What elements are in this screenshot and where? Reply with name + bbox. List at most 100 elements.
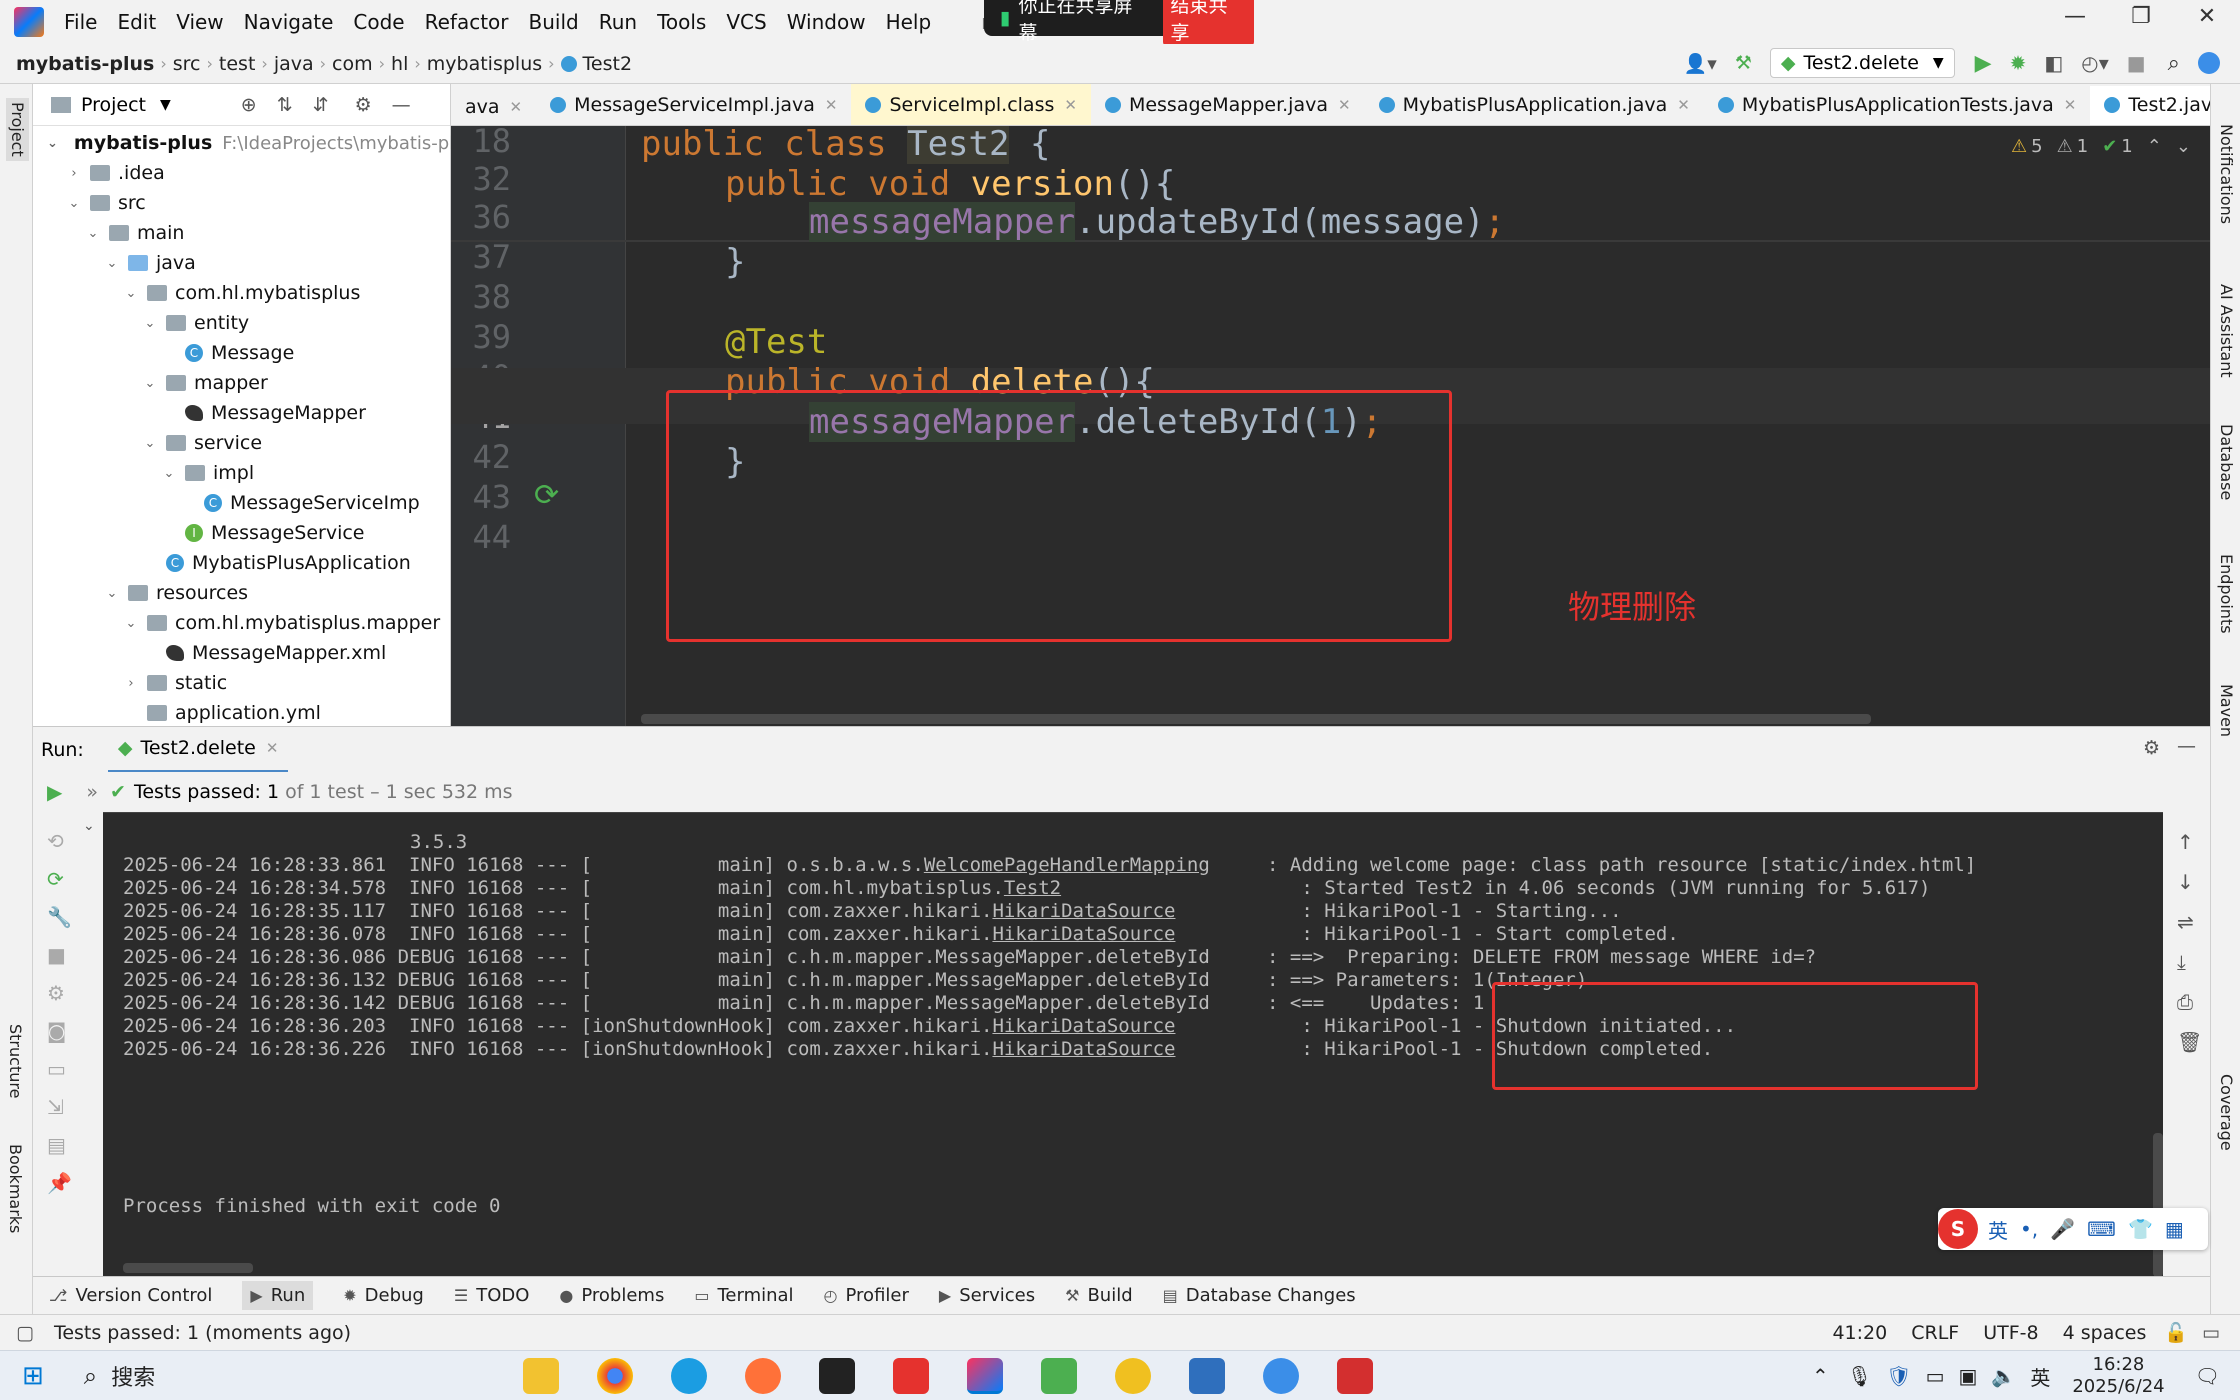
breadcrumb-item[interactable]: mybatisplus [427, 53, 542, 75]
breadcrumb-item[interactable]: com [332, 53, 373, 75]
chevron-down-icon[interactable]: ⌄ [104, 256, 120, 271]
gear-icon[interactable]: ⚙ [355, 94, 372, 116]
wps-icon[interactable] [892, 1357, 929, 1394]
edge-icon[interactable] [670, 1357, 707, 1394]
taskbar-search[interactable]: ⌕ 搜索 [84, 1351, 504, 1400]
menu-window[interactable]: Window [787, 10, 866, 34]
chevron-down-icon[interactable]: ⌄ [2176, 136, 2191, 157]
menu-navigate[interactable]: Navigate [244, 10, 334, 34]
firefox-icon[interactable] [744, 1357, 781, 1394]
pin-icon[interactable]: 📌 [47, 1164, 72, 1202]
console-horizontal-scrollbar[interactable] [123, 1263, 253, 1273]
run-configuration-select[interactable]: ◆ Test2.delete ▼ [1769, 48, 1955, 78]
tool-tab-database-changes[interactable]: ▤ Database Changes [1163, 1285, 1356, 1306]
recorder-icon[interactable] [1336, 1357, 1373, 1394]
layout-icon[interactable]: ▤ [47, 1126, 72, 1164]
tree-item[interactable]: I MessageService [33, 518, 450, 548]
print-icon[interactable]: ⎙ [2177, 982, 2202, 1022]
skin-icon[interactable]: 👕 [2128, 1217, 2153, 1241]
tree-item[interactable]: ⌄ mybatis-plus F:\IdeaProjects\mybatis-pl [33, 128, 454, 158]
trash-icon[interactable]: 🗑 [2177, 1022, 2202, 1062]
close-icon[interactable]: ✕ [1338, 96, 1351, 114]
menu-view[interactable]: View [176, 10, 223, 34]
tray-expand-icon[interactable]: ⌃ [1812, 1364, 1829, 1388]
notification-center-icon[interactable]: 🗨 [2195, 1364, 2220, 1388]
coverage-tool-button[interactable]: Coverage [2217, 1074, 2236, 1151]
tree-item[interactable]: › static [33, 668, 450, 698]
project-panel-title[interactable]: Project [81, 94, 146, 116]
battery-tray-icon[interactable]: ▭ [1926, 1364, 1945, 1388]
microphone-icon[interactable]: 🎤 [2050, 1217, 2075, 1241]
keyboard-icon[interactable]: ⌨ [2087, 1217, 2116, 1241]
tree-item[interactable]: MessageMapper [33, 398, 450, 428]
collapse-all-icon[interactable]: ⇵ [313, 94, 329, 116]
editor-tab[interactable]: MybatisPlusApplicationTests.java ✕ [1704, 84, 2091, 125]
tree-item[interactable]: ⌄ impl [33, 458, 450, 488]
rerun-failed-icon[interactable]: ⟳ [47, 860, 72, 898]
stop-share-button[interactable]: 结束共享 [1162, 0, 1254, 46]
user-icon[interactable]: 👤▾ [1684, 52, 1717, 75]
log-logger-link[interactable]: HikariDataSource [992, 923, 1175, 945]
close-icon[interactable]: ✕ [1064, 96, 1077, 114]
chevron-down-icon[interactable]: ⌄ [142, 316, 158, 331]
run-icon[interactable]: ▶ [1975, 51, 1992, 76]
log-logger-link[interactable]: WelcomePageHandlerMapping [924, 854, 1210, 876]
tree-item[interactable]: ⌄ service [33, 428, 450, 458]
lock-icon[interactable]: 🔓 [2164, 1321, 2188, 1344]
rerun-icon[interactable]: ▶ [47, 780, 62, 804]
restore-layout-icon[interactable]: ▭ [47, 1050, 72, 1088]
indent-setting[interactable]: 4 spaces [2063, 1322, 2147, 1344]
editor-tab[interactable]: MessageServiceImpl.java ✕ [536, 84, 851, 125]
ime-lang-toggle[interactable]: 英 [1988, 1215, 2008, 1244]
stop-icon[interactable]: ■ [2127, 51, 2146, 75]
build-hammer-icon[interactable]: ⚒ [1735, 52, 1752, 74]
endpoints-tool-button[interactable]: Endpoints [2217, 554, 2236, 634]
close-icon[interactable]: ✕ [2064, 96, 2077, 114]
exit-icon[interactable]: ⇲ [47, 1088, 72, 1126]
breadcrumb-item[interactable]: mybatis-plus [16, 53, 154, 75]
tool-tab-problems[interactable]: ● Problems [559, 1285, 664, 1306]
debug-icon[interactable]: ✹ [2010, 51, 2027, 75]
chevron-down-icon[interactable]: ⌄ [142, 436, 158, 451]
layout-toggle-icon[interactable]: ▢ [16, 1322, 34, 1344]
tree-item[interactable]: ⌄ main [33, 218, 450, 248]
tool-tab-todo[interactable]: ☰ TODO [454, 1285, 530, 1306]
chevron-down-icon[interactable]: ⌄ [123, 616, 139, 631]
log-logger-link[interactable]: HikariDataSource [992, 900, 1175, 922]
arrow-down-icon[interactable]: ↓ [2177, 862, 2202, 902]
breadcrumb-item[interactable]: test [219, 53, 256, 75]
horizontal-scrollbar[interactable] [641, 714, 1871, 724]
project-tool-button[interactable]: Project [6, 98, 29, 161]
file-explorer-icon[interactable] [522, 1357, 559, 1394]
chevron-down-icon[interactable]: ⌄ [47, 136, 58, 151]
tree-item[interactable]: ⌄ java [33, 248, 450, 278]
log-logger-link[interactable]: Test2 [1004, 877, 1061, 899]
clock[interactable]: 16:28 2025/6/24 [2072, 1354, 2164, 1398]
menu-refactor[interactable]: Refactor [425, 10, 509, 34]
tree-item[interactable]: › .idea [33, 158, 450, 188]
toggle-icon[interactable]: ⟲ [47, 822, 72, 860]
editor-tab[interactable]: ServiceImpl.class ✕ [851, 84, 1091, 125]
dump-icon[interactable]: ⚙ [47, 974, 72, 1012]
editor-tab[interactable]: MybatisPlusApplication.java ✕ [1365, 84, 1704, 125]
expand-all-icon[interactable]: ⇅ [277, 94, 293, 116]
typora-icon[interactable] [818, 1357, 855, 1394]
chrome-icon[interactable] [596, 1357, 633, 1394]
tree-item[interactable]: ⌄ src [33, 188, 450, 218]
console-vertical-scrollbar[interactable] [2153, 1133, 2163, 1276]
chevron-right-icon[interactable]: › [123, 676, 139, 691]
close-icon[interactable]: ✕ [825, 96, 838, 114]
close-icon[interactable]: ✕ [266, 739, 279, 757]
notepad-icon[interactable] [1040, 1357, 1077, 1394]
breadcrumb-item[interactable]: java [274, 53, 314, 75]
breadcrumb-item[interactable]: hl [391, 53, 408, 75]
camera-icon[interactable]: ◙ [47, 1012, 72, 1050]
tool-tab-services[interactable]: ▶ Services [939, 1285, 1035, 1306]
tool-tab-profiler[interactable]: ◴ Profiler [824, 1285, 909, 1306]
tool-tab-terminal[interactable]: ▭ Terminal [694, 1285, 793, 1306]
volume-tray-icon[interactable]: 🔈 [1991, 1364, 2016, 1388]
windows-start-icon[interactable]: ⊞ [22, 1361, 44, 1391]
chevron-down-icon[interactable]: ⌄ [66, 196, 82, 211]
network-tray-icon[interactable]: ▣ [1959, 1364, 1978, 1388]
file-encoding[interactable]: UTF-8 [1983, 1322, 2038, 1344]
